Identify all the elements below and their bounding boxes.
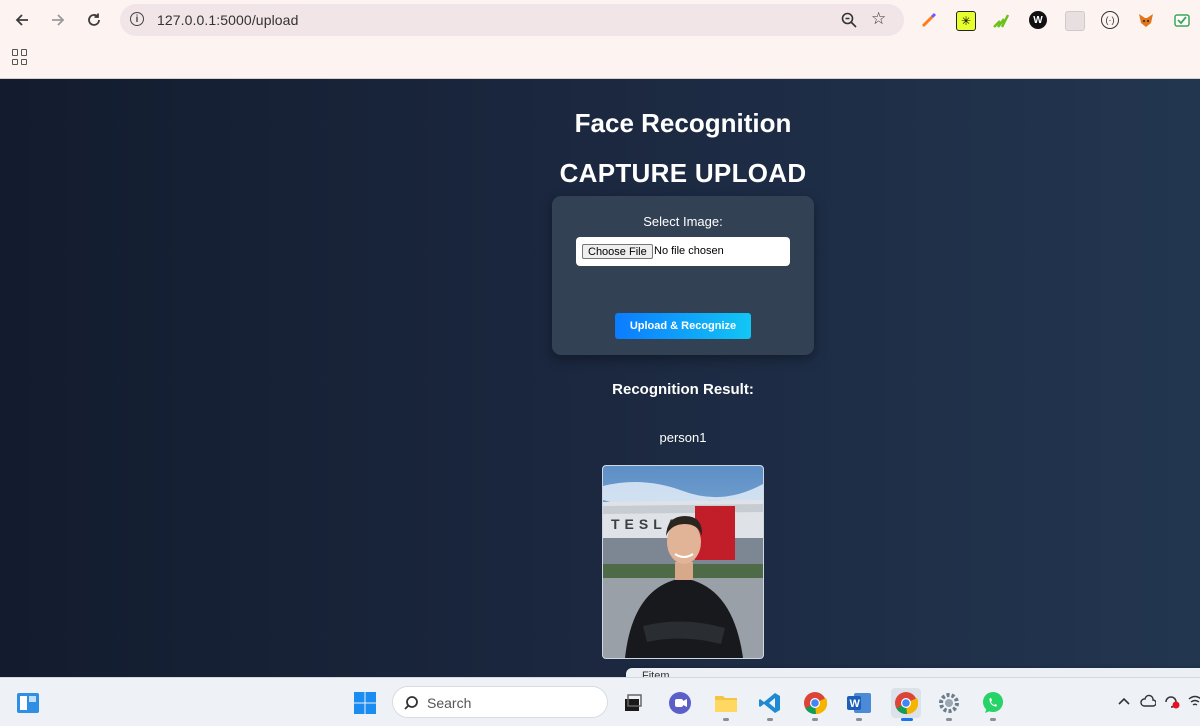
select-image-label: Select Image: xyxy=(643,214,723,229)
taskbar: Search W xyxy=(0,677,1200,726)
page-subtitle: CAPTURE UPLOAD xyxy=(559,158,807,188)
bookmark-star-icon[interactable]: ☆ xyxy=(871,9,886,29)
chrome-icon[interactable] xyxy=(802,690,828,716)
file-input[interactable]: Choose File No file chosen xyxy=(576,237,790,266)
teams-icon[interactable] xyxy=(667,690,693,716)
cloud-sync-icon[interactable] xyxy=(1140,694,1157,711)
apps-grid-icon[interactable] xyxy=(12,49,28,65)
url-text[interactable]: 127.0.0.1:5000/upload xyxy=(157,12,298,28)
zoom-icon[interactable] xyxy=(840,11,858,34)
mail-check-icon[interactable] xyxy=(1173,11,1191,29)
back-button[interactable] xyxy=(10,9,34,31)
widgets-icon[interactable] xyxy=(15,690,41,716)
result-heading: Recognition Result: xyxy=(612,381,754,398)
task-view-icon[interactable] xyxy=(620,690,646,716)
upload-form: Select Image: Choose File No file chosen… xyxy=(552,196,814,355)
reload-icon xyxy=(88,13,100,26)
fox-wallet-icon[interactable] xyxy=(1137,11,1155,29)
reload-button[interactable] xyxy=(82,9,106,31)
chrome-active-icon[interactable] xyxy=(891,688,921,718)
page-title: Face Recognition xyxy=(574,108,792,138)
growth-extension-icon[interactable] xyxy=(992,11,1010,29)
running-indicator xyxy=(990,718,996,721)
running-indicator xyxy=(856,718,862,721)
result-photo: TESLA xyxy=(602,465,764,659)
vscode-icon[interactable] xyxy=(757,690,783,716)
address-bar[interactable]: i 127.0.0.1:5000/upload ☆ xyxy=(120,4,904,36)
w-extension-icon[interactable]: W xyxy=(1029,11,1047,29)
chevron-up-icon[interactable] xyxy=(1117,694,1131,711)
wifi-icon[interactable] xyxy=(1188,694,1200,711)
search-label: Search xyxy=(427,695,472,711)
sparkle-extension-icon[interactable]: ✳ xyxy=(956,11,976,31)
taskbar-search[interactable]: Search xyxy=(392,686,608,718)
paint-brush-icon[interactable] xyxy=(920,11,938,29)
puzzle-extension-icon[interactable] xyxy=(1065,11,1085,31)
result-name: person1 xyxy=(659,430,707,445)
word-icon[interactable]: W xyxy=(846,690,872,716)
browser-toolbar: i 127.0.0.1:5000/upload ☆ ✳ W (·) xyxy=(0,0,1200,79)
file-status-text: No file chosen xyxy=(654,245,724,257)
settings-gear-icon[interactable] xyxy=(936,690,962,716)
active-indicator xyxy=(901,718,913,721)
choose-file-button[interactable]: Choose File xyxy=(582,244,653,259)
record-icon[interactable] xyxy=(1163,694,1181,713)
whatsapp-icon[interactable] xyxy=(980,690,1006,716)
forward-button[interactable] xyxy=(46,9,70,31)
svg-text:W: W xyxy=(850,698,861,710)
bracket-extension-icon[interactable]: (·) xyxy=(1101,11,1119,29)
arrow-left-icon xyxy=(15,14,28,26)
upload-recognize-button[interactable]: Upload & Recognize xyxy=(615,313,751,339)
arrow-right-icon xyxy=(52,14,65,26)
windows-start-icon[interactable] xyxy=(352,690,378,716)
running-indicator xyxy=(723,718,729,721)
running-indicator xyxy=(946,718,952,721)
running-indicator xyxy=(812,718,818,721)
site-info-icon[interactable]: i xyxy=(130,12,144,26)
search-icon xyxy=(404,696,418,710)
page-content: Face Recognition CAPTURE UPLOAD Select I… xyxy=(0,79,1200,677)
running-indicator xyxy=(767,718,773,721)
file-explorer-icon[interactable] xyxy=(713,690,739,716)
